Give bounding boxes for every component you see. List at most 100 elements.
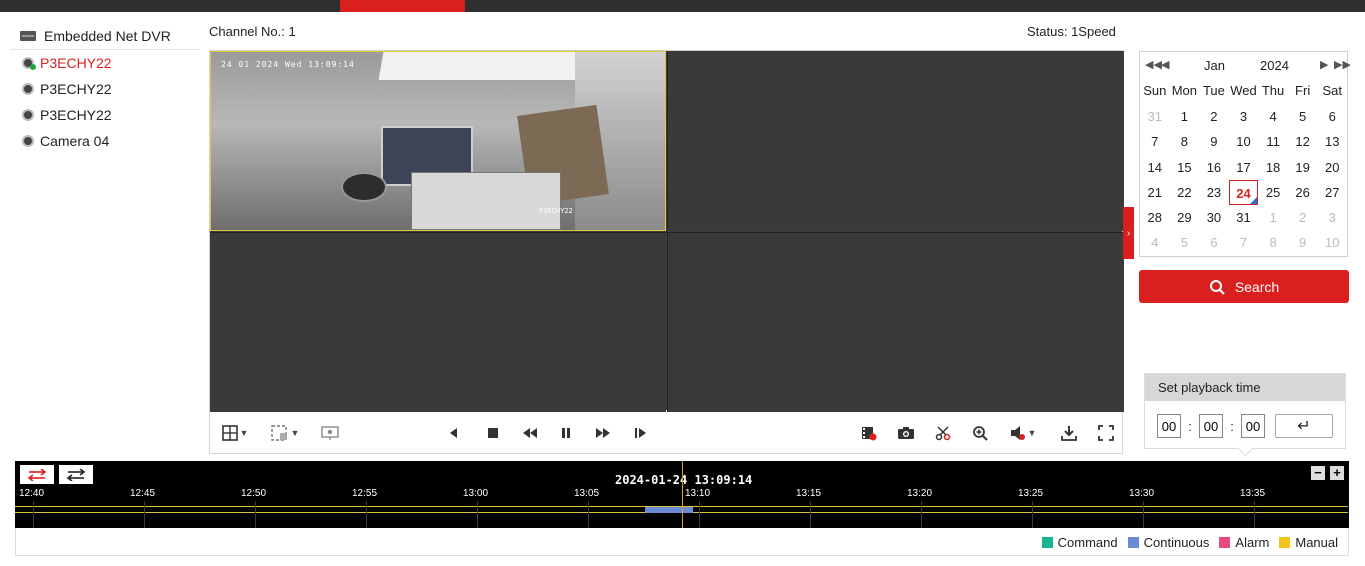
calendar-day[interactable]: 11 <box>1258 129 1288 154</box>
search-button[interactable]: Search <box>1139 270 1349 303</box>
calendar-day[interactable]: 14 <box>1140 155 1170 180</box>
calendar-day[interactable]: 7 <box>1229 230 1259 255</box>
calendar-day[interactable]: 20 <box>1317 155 1347 180</box>
calendar-day[interactable]: 6 <box>1317 104 1347 129</box>
timeline-sync-button[interactable] <box>20 465 54 484</box>
apply-time-button[interactable]: ↵ <box>1275 414 1333 438</box>
active-nav-tab[interactable] <box>340 0 465 12</box>
clip-button[interactable] <box>932 422 954 444</box>
window-split-button[interactable]: ▼ <box>268 422 302 444</box>
minute-input[interactable] <box>1199 414 1223 438</box>
calendar-day[interactable]: 28 <box>1140 205 1170 230</box>
stream-button[interactable] <box>319 422 341 444</box>
weekday-label: Fri <box>1295 83 1311 98</box>
calendar-day[interactable]: 22 <box>1170 180 1200 205</box>
single-frame-button[interactable] <box>630 422 652 444</box>
camera-feed-image: 24 01 2024 Wed 13:09:14 P3ECHY22 <box>211 52 665 230</box>
calendar-day[interactable]: 8 <box>1258 230 1288 255</box>
calendar-day[interactable]: 12 <box>1288 129 1318 154</box>
camera-item-4[interactable]: Camera 04 <box>10 128 200 154</box>
download-icon <box>1061 426 1077 441</box>
calendar-day[interactable]: 10 <box>1229 129 1259 154</box>
calendar-day[interactable]: 17 <box>1229 155 1259 180</box>
search-icon <box>1209 279 1225 295</box>
playback-timeline[interactable]: − + 2024-01-24 13:09:14 12:40 12:45 12:50 1… <box>15 461 1349 528</box>
legend-swatch <box>1219 537 1231 548</box>
camera-label: P3ECHY22 <box>40 107 112 123</box>
audio-button[interactable]: ▼ <box>1006 422 1040 444</box>
calendar-day[interactable]: 18 <box>1258 155 1288 180</box>
calendar-day[interactable]: 29 <box>1170 205 1200 230</box>
calendar-day[interactable]: 16 <box>1199 155 1229 180</box>
timeline-cursor[interactable] <box>682 461 683 528</box>
calendar-day[interactable]: 26 <box>1288 180 1318 205</box>
calendar-day[interactable]: 13 <box>1317 129 1347 154</box>
timeline-settings-button[interactable] <box>59 465 93 484</box>
calendar-day[interactable]: 7 <box>1140 129 1170 154</box>
calendar-day[interactable]: 21 <box>1140 180 1170 205</box>
next-month-icon[interactable]: ▶ <box>1320 58 1328 71</box>
reverse-play-button[interactable] <box>443 422 465 444</box>
timeline-zoom-in-button[interactable]: + <box>1330 466 1344 480</box>
calendar-day[interactable]: 23 <box>1199 180 1229 205</box>
speaker-muted-icon <box>1010 426 1025 440</box>
calendar-day[interactable]: 5 <box>1170 230 1200 255</box>
calendar-day[interactable]: 4 <box>1140 230 1170 255</box>
digital-zoom-button[interactable] <box>969 422 991 444</box>
timeline-tick-label: 12:50 <box>241 488 267 499</box>
device-tree-root[interactable]: Embedded Net DVR <box>10 22 200 50</box>
next-year-icon[interactable]: ▶▶ <box>1334 58 1351 71</box>
calendar-day[interactable]: 2 <box>1288 205 1318 230</box>
time-inputs: : : <box>1157 414 1265 438</box>
calendar-day[interactable]: 8 <box>1170 129 1200 154</box>
camera-item-1[interactable]: P3ECHY22 <box>10 50 200 76</box>
prev-year-icon[interactable]: ◀◀ <box>1145 58 1162 71</box>
fullscreen-button[interactable] <box>1095 422 1117 444</box>
calendar-day[interactable]: 31 <box>1229 205 1259 230</box>
calendar-day[interactable]: 9 <box>1199 129 1229 154</box>
calendar-day[interactable]: 30 <box>1199 205 1229 230</box>
prev-month-icon[interactable]: ◀ <box>1161 58 1169 71</box>
slow-button[interactable] <box>519 422 541 444</box>
collapse-panel-toggle[interactable]: › <box>1123 207 1134 259</box>
stop-all-button[interactable] <box>858 422 880 444</box>
calendar-day[interactable]: 9 <box>1288 230 1318 255</box>
calendar-day[interactable]: 10 <box>1317 230 1347 255</box>
calendar-day[interactable]: 2 <box>1199 104 1229 129</box>
video-pane-1[interactable]: 24 01 2024 Wed 13:09:14 P3ECHY22 <box>210 51 666 231</box>
grid-layout-icon <box>221 425 238 441</box>
video-pane-2[interactable] <box>667 51 1124 231</box>
calendar-day-selected[interactable]: 24 <box>1228 179 1259 206</box>
fast-forward-button[interactable] <box>592 422 614 444</box>
second-input[interactable] <box>1241 414 1265 438</box>
pause-button[interactable] <box>555 422 577 444</box>
video-pane-3[interactable] <box>210 232 666 412</box>
calendar-day[interactable]: 6 <box>1199 230 1229 255</box>
legend-label: Manual <box>1295 535 1338 550</box>
device-tree: Embedded Net DVR P3ECHY22 P3ECHY22 P3ECH… <box>10 22 200 154</box>
stop-button[interactable] <box>482 422 504 444</box>
legend-item: Alarm <box>1219 535 1269 550</box>
download-button[interactable] <box>1058 422 1080 444</box>
calendar-day[interactable]: 4 <box>1258 104 1288 129</box>
calendar-day[interactable]: 31 <box>1140 104 1170 129</box>
calendar-day[interactable]: 27 <box>1317 180 1347 205</box>
video-pane-4[interactable] <box>667 232 1124 412</box>
calendar-day[interactable]: 1 <box>1258 205 1288 230</box>
camera-icon <box>22 57 36 70</box>
camera-label: P3ECHY22 <box>40 55 112 71</box>
calendar-day[interactable]: 19 <box>1288 155 1318 180</box>
calendar-day[interactable]: 5 <box>1288 104 1318 129</box>
playback-status: Status: 1Speed <box>1027 24 1116 39</box>
calendar-day[interactable]: 3 <box>1317 205 1347 230</box>
hour-input[interactable] <box>1157 414 1181 438</box>
camera-item-2[interactable]: P3ECHY22 <box>10 76 200 102</box>
calendar-day[interactable]: 15 <box>1170 155 1200 180</box>
capture-button[interactable] <box>895 422 917 444</box>
timeline-zoom-out-button[interactable]: − <box>1311 466 1325 480</box>
calendar-day[interactable]: 3 <box>1229 104 1259 129</box>
camera-item-3[interactable]: P3ECHY22 <box>10 102 200 128</box>
layout-button[interactable]: ▼ <box>218 422 252 444</box>
calendar-day[interactable]: 25 <box>1258 180 1288 205</box>
calendar-day[interactable]: 1 <box>1170 104 1200 129</box>
